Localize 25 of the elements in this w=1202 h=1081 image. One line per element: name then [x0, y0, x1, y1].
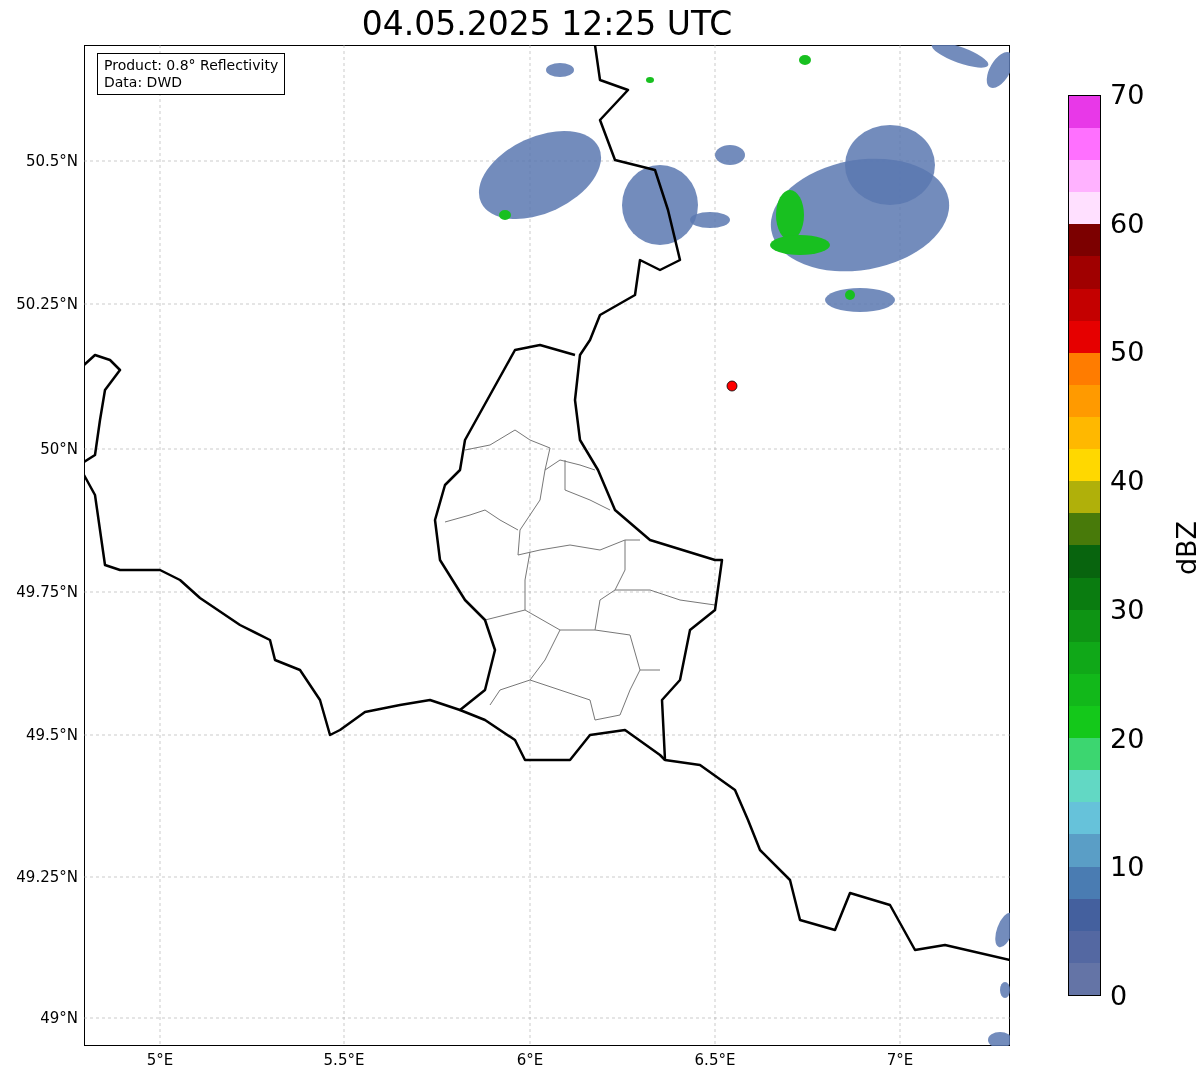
colorbar-tick-label: 70	[1110, 79, 1145, 111]
info-text: Product: 0.8° Reflectivity	[104, 57, 279, 74]
latitude-label: 50.25°N	[16, 295, 79, 313]
chart-title: 04.05.2025 12:25 UTC	[360, 4, 734, 44]
info-text: Data: DWD	[104, 74, 183, 91]
colorbar-tick-label: 60	[1110, 207, 1145, 240]
longitude-label: 5.5°E	[323, 1051, 365, 1069]
colorbar-label: dBZ	[1171, 520, 1202, 576]
longitude-label: 5°E	[146, 1051, 174, 1069]
colorbar-tick-label: 40	[1110, 465, 1145, 498]
latitude-label: 50.5°N	[25, 152, 79, 170]
colorbar-tick-label: 0	[1110, 980, 1128, 1012]
latitude-label: 50°N	[40, 440, 79, 458]
colorbar-tick-label: 50	[1110, 336, 1145, 369]
longitude-label: 6.5°E	[694, 1051, 736, 1069]
longitude-label: 7°E	[886, 1051, 914, 1069]
latitude-label: 49.75°N	[16, 583, 79, 601]
radar-site-marker	[726, 380, 738, 392]
latitude-label: 49°N	[40, 1009, 79, 1027]
latitude-label: 49.5°N	[25, 726, 79, 744]
latitude-label: 49.25°N	[16, 868, 79, 886]
colorbar-tick-label: 10	[1110, 851, 1145, 884]
colorbar-tick-label: 30	[1110, 593, 1145, 626]
colorbar-tick-label: 20	[1110, 722, 1145, 755]
longitude-label: 6°E	[516, 1051, 544, 1069]
